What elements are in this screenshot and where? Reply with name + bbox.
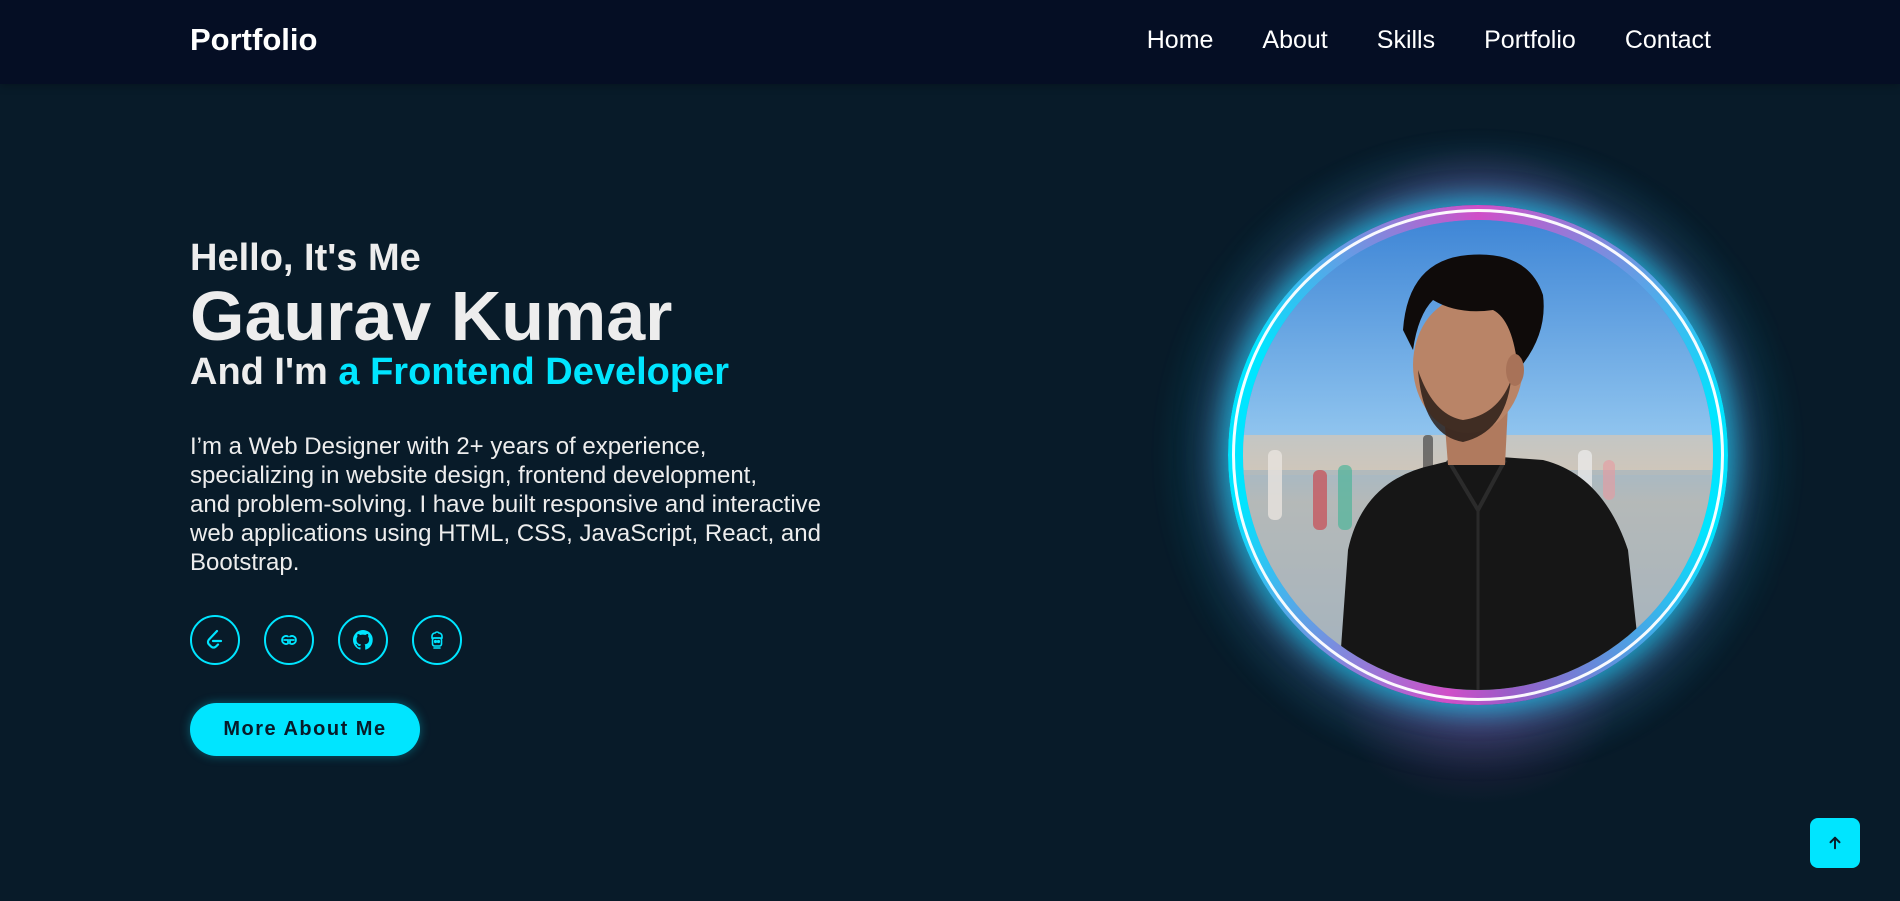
nav-link-contact[interactable]: Contact xyxy=(1625,26,1711,55)
nav-link-home[interactable]: Home xyxy=(1147,26,1214,55)
hero-role-prefix: And I'm xyxy=(190,351,339,393)
geeksforgeeks-link[interactable] xyxy=(264,615,314,665)
nav-link-skills[interactable]: Skills xyxy=(1377,26,1435,55)
hero-bio-line: and problem-solving. I have built respon… xyxy=(190,491,822,518)
codechef-icon xyxy=(431,631,443,649)
hero-name: Gaurav Kumar xyxy=(190,277,673,355)
arrow-up-icon xyxy=(1829,836,1841,850)
hero-role-accent: a Frontend Developer xyxy=(338,351,730,393)
nav-link-portfolio[interactable]: Portfolio xyxy=(1484,26,1576,55)
github-icon xyxy=(353,630,373,650)
profile-photo-illustration xyxy=(1243,220,1713,690)
leetcode-link[interactable] xyxy=(190,615,240,665)
hero-bio-line: I’m a Web Designer with 2+ years of expe… xyxy=(190,433,707,460)
logo[interactable]: Portfolio xyxy=(190,22,317,58)
hero-bio-line: Bootstrap. xyxy=(190,549,300,576)
hero-greeting: Hello, It's Me xyxy=(190,237,421,279)
geeksforgeeks-icon xyxy=(281,635,297,645)
profile-photo xyxy=(1243,220,1713,690)
nav-link-about[interactable]: About xyxy=(1262,26,1327,55)
hero-bio-line: specializing in website design, frontend… xyxy=(190,462,758,489)
nav-links: Home About Skills Portfolio Contact xyxy=(1147,26,1711,55)
hero-bio-line: web applications using HTML, CSS, JavaSc… xyxy=(190,520,821,547)
leetcode-icon xyxy=(206,629,223,649)
more-about-me-button[interactable]: More About Me xyxy=(190,703,420,756)
social-links xyxy=(190,615,890,665)
codechef-link[interactable] xyxy=(412,615,462,665)
profile-portrait xyxy=(1148,125,1808,805)
hero-bio: I’m a Web Designer with 2+ years of expe… xyxy=(190,432,860,577)
scroll-top-button[interactable] xyxy=(1810,818,1860,868)
github-link[interactable] xyxy=(338,615,388,665)
hero-role: And I'm a Frontend Developer xyxy=(190,350,890,394)
hero-content: Hello, It's Me Gaurav Kumar And I'm a Fr… xyxy=(190,236,890,756)
navbar: Portfolio Home About Skills Portfolio Co… xyxy=(0,0,1900,84)
